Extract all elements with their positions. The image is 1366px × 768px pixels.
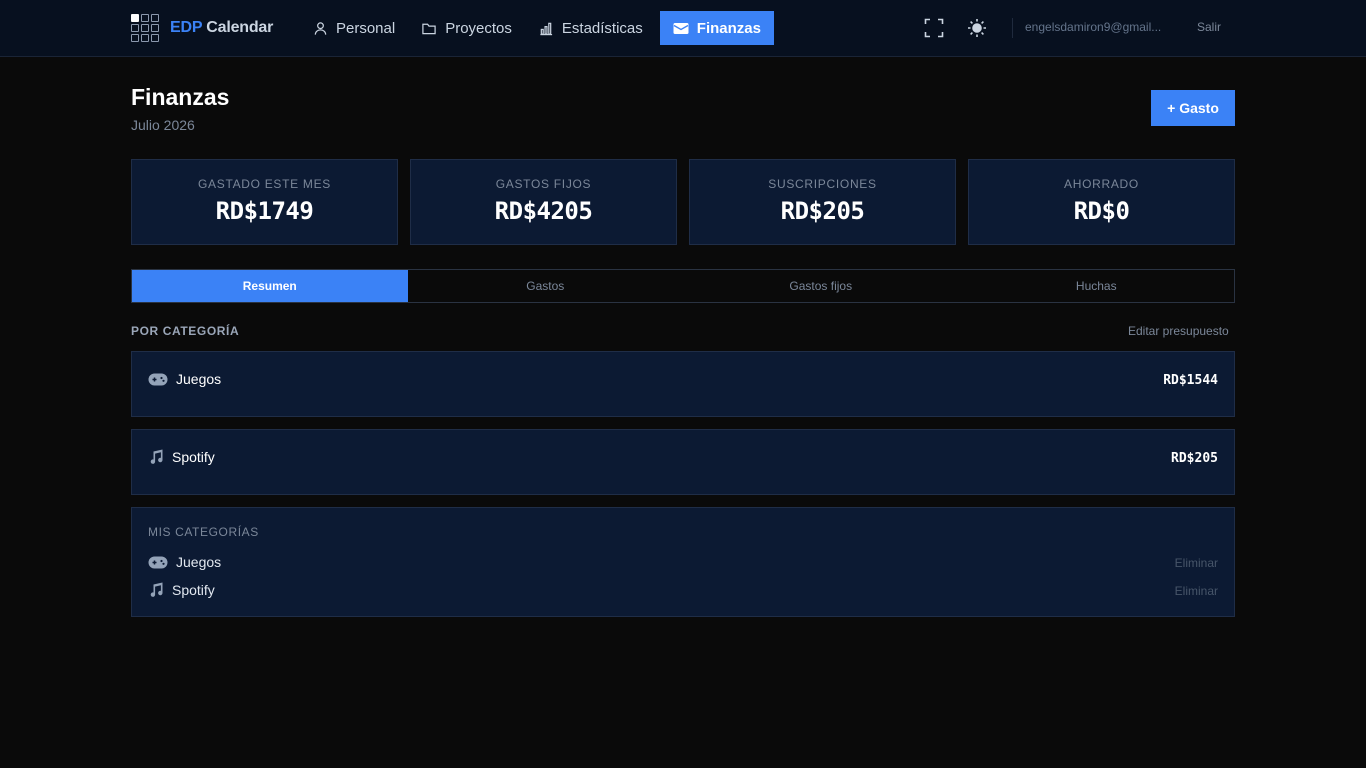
stat-value: RD$4205	[494, 197, 593, 225]
stat-label: SUSCRIPCIONES	[768, 177, 877, 191]
my-categories-title: MIS CATEGORÍAS	[148, 525, 259, 539]
tab-gastos[interactable]: Gastos	[408, 270, 684, 302]
my-category-name: Spotify	[148, 582, 215, 598]
gamepad-icon	[148, 556, 168, 568]
calendar-grid-icon	[131, 14, 159, 42]
tab-huchas[interactable]: Huchas	[959, 270, 1235, 302]
add-expense-button[interactable]: + Gasto	[1151, 90, 1235, 126]
category-row[interactable]: Spotify RD$205	[131, 429, 1235, 495]
tab-gastos-fijos[interactable]: Gastos fijos	[683, 270, 959, 302]
main-nav: Personal Proyectos Estadísticas Finanzas	[304, 11, 778, 45]
nav-item-finanzas[interactable]: Finanzas	[659, 11, 774, 45]
stat-value: RD$0	[1073, 197, 1130, 225]
gamepad-icon	[148, 373, 168, 385]
page-title: Finanzas	[131, 84, 230, 110]
my-category-name: Juegos	[148, 554, 221, 570]
delete-category-button[interactable]: Eliminar	[1175, 556, 1218, 570]
stat-value: RD$1749	[215, 197, 314, 225]
section-title: POR CATEGORÍA	[131, 324, 240, 338]
wallet-icon	[673, 22, 689, 34]
my-category-label: Spotify	[172, 582, 215, 598]
nav-item-proyectos[interactable]: Proyectos	[412, 11, 525, 45]
stat-card-subscriptions: SUSCRIPCIONES RD$205	[689, 159, 956, 245]
fullscreen-icon[interactable]	[922, 16, 946, 40]
nav-item-label: Personal	[336, 19, 396, 37]
stat-card-fixed: GASTOS FIJOS RD$4205	[410, 159, 677, 245]
category-name: Juegos	[148, 371, 221, 387]
delete-category-button[interactable]: Eliminar	[1175, 584, 1218, 598]
category-amount: RD$1544	[1163, 373, 1218, 388]
category-row[interactable]: Juegos RD$1544	[131, 351, 1235, 417]
stat-card-spent: GASTADO ESTE MES RD$1749	[131, 159, 398, 245]
brand-logo[interactable]: EDP Calendar	[131, 13, 273, 43]
folder-icon	[422, 23, 436, 34]
finance-tabs: Resumen Gastos Gastos fijos Huchas	[131, 269, 1235, 303]
logout-link[interactable]: Salir	[1197, 20, 1221, 34]
page-subtitle: Julio 2026	[131, 117, 195, 133]
nav-item-personal[interactable]: Personal	[304, 11, 408, 45]
music-note-icon	[150, 449, 163, 464]
nav-item-label: Finanzas	[696, 19, 761, 37]
nav-divider	[1012, 18, 1013, 38]
my-categories-panel: MIS CATEGORÍAS Juegos Eliminar Spotify E…	[131, 507, 1235, 617]
nav-item-label: Estadísticas	[561, 19, 643, 37]
user-email: engelsdamiron9@gmail...	[1025, 20, 1162, 34]
nav-item-estadisticas[interactable]: Estadísticas	[529, 11, 656, 45]
stat-label: GASTOS FIJOS	[495, 177, 592, 191]
person-icon	[314, 21, 327, 35]
top-navbar: EDP Calendar Personal Proyectos Estadíst…	[0, 0, 1366, 57]
category-name: Spotify	[148, 449, 215, 465]
category-amount: RD$205	[1171, 451, 1218, 466]
stat-label: AHORRADO	[1064, 177, 1139, 191]
category-label: Juegos	[176, 371, 222, 387]
tab-resumen[interactable]: Resumen	[132, 270, 408, 302]
stat-card-saved: AHORRADO RD$0	[968, 159, 1235, 245]
my-category-label: Juegos	[176, 554, 222, 570]
my-category-item: Juegos Eliminar	[148, 553, 1218, 573]
my-category-item: Spotify Eliminar	[148, 581, 1218, 601]
stat-label: GASTADO ESTE MES	[198, 177, 331, 191]
category-label: Spotify	[172, 449, 215, 465]
brand-name: EDP Calendar	[170, 19, 274, 36]
nav-item-label: Proyectos	[445, 19, 512, 37]
stat-value: RD$205	[780, 197, 865, 225]
music-note-icon	[150, 582, 163, 597]
sun-icon[interactable]	[965, 16, 989, 40]
bar-chart-icon	[540, 22, 552, 35]
edit-budget-link[interactable]: Editar presupuesto	[1128, 324, 1229, 338]
